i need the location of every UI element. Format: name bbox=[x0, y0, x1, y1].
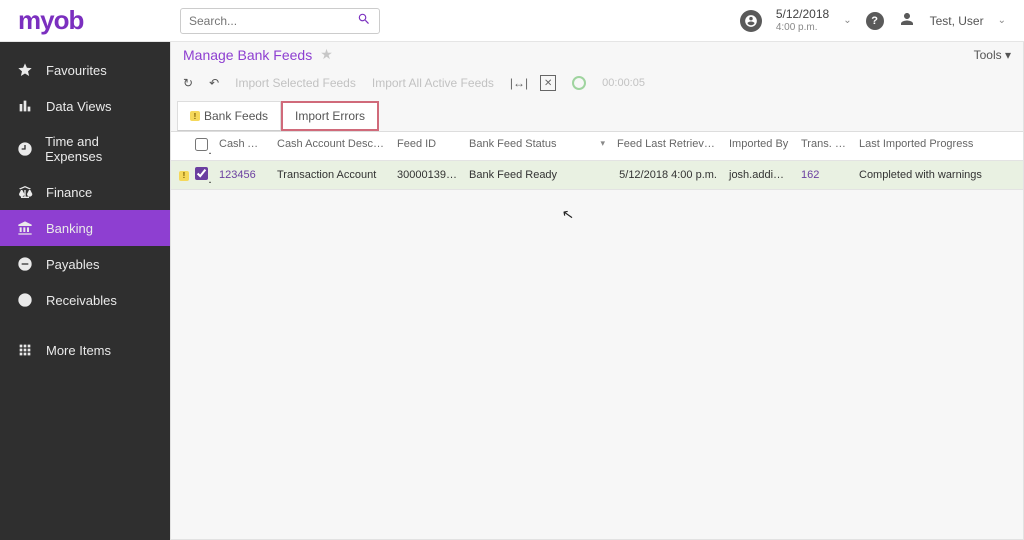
sidebar-item-label: Banking bbox=[46, 221, 93, 236]
col-last-retrieved[interactable]: Feed Last Retrieved On bbox=[611, 132, 723, 160]
sidebar-item-label: Time and Expenses bbox=[45, 134, 154, 164]
minus-circle-icon bbox=[16, 256, 34, 272]
sidebar-item-data-views[interactable]: Data Views bbox=[0, 88, 170, 124]
col-feed-id[interactable]: Feed ID bbox=[391, 132, 463, 160]
clock-icon bbox=[16, 141, 33, 157]
export-icon[interactable]: ✕ bbox=[540, 75, 556, 91]
tab-bank-feeds[interactable]: ! Bank Feeds bbox=[177, 101, 281, 131]
grid-icon bbox=[16, 342, 34, 358]
user-name[interactable]: Test, User bbox=[930, 14, 984, 28]
bank-icon bbox=[16, 220, 34, 236]
cell-progress: Completed with warnings bbox=[853, 163, 1023, 187]
date-text: 5/12/2018 bbox=[776, 8, 829, 21]
logo: myob bbox=[0, 5, 170, 36]
col-cash-account[interactable]: Cash Account bbox=[213, 132, 271, 160]
timecode: 00:00:05 bbox=[602, 77, 645, 89]
help-icon[interactable]: ? bbox=[866, 12, 884, 30]
tab-label: Import Errors bbox=[295, 109, 365, 123]
bar-chart-icon bbox=[16, 98, 34, 114]
sidebar-item-time-expenses[interactable]: Time and Expenses bbox=[0, 124, 170, 174]
tab-import-errors[interactable]: Import Errors bbox=[281, 101, 379, 131]
sidebar-item-more[interactable]: More Items bbox=[0, 332, 170, 368]
search-box[interactable] bbox=[180, 8, 380, 34]
row-checkbox[interactable] bbox=[195, 167, 208, 180]
time-text: 4:00 p.m. bbox=[776, 22, 829, 33]
star-icon bbox=[16, 62, 34, 78]
col-status[interactable]: Bank Feed Status bbox=[463, 132, 611, 160]
page-title: Manage Bank Feeds ★ bbox=[183, 46, 333, 63]
col-imported-by[interactable]: Imported By bbox=[723, 132, 795, 160]
fit-columns-icon[interactable]: |↔| bbox=[510, 76, 528, 90]
sidebar-item-banking[interactable]: Banking bbox=[0, 210, 170, 246]
sidebar-item-label: Receivables bbox=[46, 293, 117, 308]
cell-feed-id: 3000013932 bbox=[391, 163, 463, 187]
select-all-checkbox[interactable] bbox=[195, 138, 208, 151]
chevron-down-icon[interactable]: ⌄ bbox=[843, 15, 851, 26]
chevron-down-icon[interactable]: ⌄ bbox=[998, 15, 1006, 26]
col-cash-desc[interactable]: Cash Account Description bbox=[271, 132, 391, 160]
col-trans-last[interactable]: Trans. Last Imported bbox=[795, 132, 853, 160]
scale-icon bbox=[16, 184, 34, 200]
sidebar-item-label: Favourites bbox=[46, 63, 107, 78]
import-all-button[interactable]: Import All Active Feeds bbox=[372, 76, 494, 90]
grid: Cash Account Cash Account Description Fe… bbox=[171, 131, 1023, 190]
page-title-text: Manage Bank Feeds bbox=[183, 47, 312, 63]
col-progress[interactable]: Last Imported Progress bbox=[853, 132, 1023, 160]
cell-cash-account[interactable]: 123456 bbox=[213, 163, 271, 187]
person-icon bbox=[898, 10, 916, 31]
warning-icon: ! bbox=[190, 111, 200, 121]
business-date[interactable]: 5/12/2018 4:00 p.m. bbox=[776, 8, 829, 32]
tools-menu[interactable]: Tools ▾ bbox=[974, 48, 1011, 62]
search-icon[interactable] bbox=[357, 12, 371, 29]
cell-status: Bank Feed Ready bbox=[463, 163, 611, 187]
sidebar-item-favourites[interactable]: Favourites bbox=[0, 52, 170, 88]
sidebar-item-label: Payables bbox=[46, 257, 99, 272]
warning-icon: ! bbox=[179, 171, 189, 181]
company-icon[interactable] bbox=[740, 10, 762, 32]
tab-label: Bank Feeds bbox=[204, 109, 268, 123]
search-input[interactable] bbox=[189, 14, 357, 28]
sidebar-item-label: More Items bbox=[46, 343, 111, 358]
cell-trans-last[interactable]: 162 bbox=[795, 163, 853, 187]
grid-header: Cash Account Cash Account Description Fe… bbox=[171, 132, 1023, 161]
import-selected-button[interactable]: Import Selected Feeds bbox=[235, 76, 356, 90]
sidebar-item-label: Finance bbox=[46, 185, 92, 200]
favourite-star-icon[interactable]: ★ bbox=[320, 46, 333, 63]
cell-desc: Transaction Account bbox=[271, 163, 391, 187]
plus-circle-icon bbox=[16, 292, 34, 308]
sidebar-item-payables[interactable]: Payables bbox=[0, 246, 170, 282]
table-row[interactable]: ! 123456 Transaction Account 3000013932 … bbox=[171, 161, 1023, 190]
cell-imported-by: josh.addiso... bbox=[723, 163, 795, 187]
sidebar-item-receivables[interactable]: Receivables bbox=[0, 282, 170, 318]
refresh-icon[interactable]: ↻ bbox=[183, 76, 193, 90]
cell-last-retrieved: 5/12/2018 4:00 p.m. bbox=[611, 163, 723, 187]
status-ok-icon bbox=[572, 76, 586, 90]
sidebar-item-label: Data Views bbox=[46, 99, 112, 114]
sidebar: Favourites Data Views Time and Expenses … bbox=[0, 42, 170, 540]
sidebar-item-finance[interactable]: Finance bbox=[0, 174, 170, 210]
undo-icon[interactable]: ↶ bbox=[209, 76, 219, 90]
